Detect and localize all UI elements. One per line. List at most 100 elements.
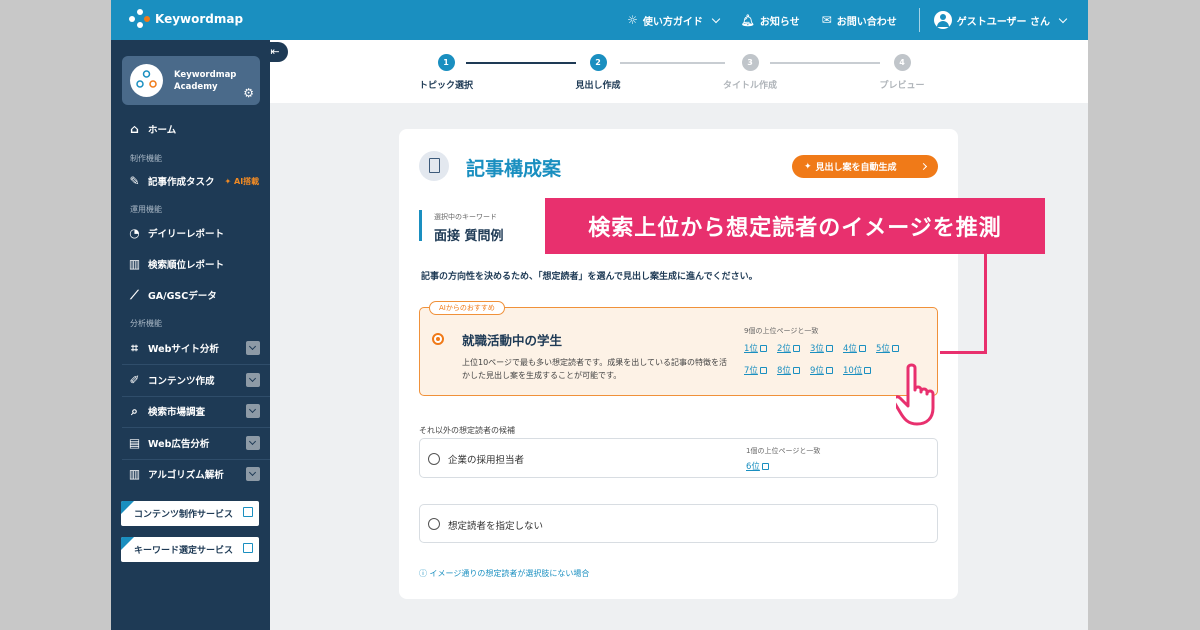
- rank-link[interactable]: 5位: [876, 342, 909, 354]
- sidebar-item-ga-gsc[interactable]: ⟋ GA/GSCデータ: [128, 288, 260, 302]
- external-link-icon: [792, 344, 800, 352]
- content-service-button[interactable]: コンテンツ制作サービス: [121, 501, 259, 526]
- sidebar-item-content-creation[interactable]: ✐ コンテンツ作成: [128, 373, 260, 387]
- sidebar-collapse-button[interactable]: ⇤: [262, 42, 288, 62]
- external-link-icon: [243, 543, 253, 553]
- sidebar-item-home[interactable]: ⌂ ホーム: [128, 122, 260, 136]
- step-number: 3: [741, 54, 759, 71]
- sidebar-item-label: 検索順位レポート: [148, 260, 225, 271]
- rank-link[interactable]: 7位: [744, 364, 777, 376]
- rank-link[interactable]: 3位: [810, 342, 843, 354]
- annotation-line: [940, 351, 987, 354]
- chevron-right-icon: [919, 162, 928, 171]
- guide-menu[interactable]: ☼ 使い方ガイド: [627, 13, 721, 28]
- rank-link[interactable]: 4位: [843, 342, 876, 354]
- section-label-operation: 運用機能: [130, 205, 162, 214]
- annotation-line: [984, 254, 987, 354]
- rank-link[interactable]: 8位: [777, 364, 810, 376]
- expand-icon[interactable]: [246, 467, 260, 481]
- expand-icon[interactable]: [246, 341, 260, 355]
- external-link-icon: [243, 507, 253, 517]
- expand-icon[interactable]: [246, 404, 260, 418]
- step-heading[interactable]: 2 見出し作成: [548, 54, 648, 91]
- reader-description: 上位10ページで最も多い想定読者です。成果を出している記事の特徴を活かした見出し…: [462, 358, 727, 380]
- rank-link[interactable]: 2位: [777, 342, 810, 354]
- sidebar-item-label: Webサイト分析: [148, 344, 219, 355]
- rank-label: 5位: [876, 344, 890, 354]
- line-chart-icon: ⟋: [130, 287, 139, 302]
- logo-text: Keywordmap: [155, 12, 244, 26]
- mail-icon: ✉: [821, 13, 832, 27]
- user-menu[interactable]: ゲストユーザー さん: [933, 11, 1068, 29]
- sidebar-item-algorithm[interactable]: ▥ アルゴリズム解析: [128, 467, 260, 481]
- auto-generate-button[interactable]: ✦ 見出し案を自動生成: [792, 155, 938, 178]
- rank-link[interactable]: 10位: [843, 364, 876, 376]
- reader-option-recruiter[interactable]: 企業の採用担当者 1個の上位ページと一致 6位: [419, 438, 938, 478]
- ai-badge: ✦ AI搭載: [224, 176, 260, 186]
- help-link-label: イメージ通りの想定読者が選択肢にない場合: [429, 569, 590, 578]
- keyword-accent-bar: [419, 210, 422, 241]
- step-title[interactable]: 3 タイトル作成: [700, 54, 800, 91]
- rank-link-list: 1位 2位 3位 4位 5位 7位 8位 9位 10位: [744, 342, 909, 376]
- other-readers-label: それ以外の想定読者の候補: [419, 426, 515, 435]
- sidebar-item-label: 検索市場調査: [148, 407, 206, 418]
- notice-link[interactable]: 🔔︎ お知らせ: [741, 13, 800, 28]
- bar-chart-icon: ▥: [128, 256, 141, 271]
- sidebar-item-label: デイリーレポート: [148, 229, 225, 240]
- document-icon: ▤: [128, 435, 141, 450]
- rank-link[interactable]: 9位: [810, 364, 843, 376]
- academy-name-line1: Keywordmap: [174, 70, 237, 80]
- radio-selected[interactable]: [432, 333, 444, 345]
- academy-card[interactable]: Keywordmap Academy ⚙: [122, 56, 260, 105]
- contact-link[interactable]: ✉ お問い合わせ: [822, 13, 897, 28]
- step-label: トピック選択: [418, 81, 473, 91]
- section-label-production: 制作機能: [130, 154, 162, 163]
- notice-label: お知らせ: [759, 16, 800, 28]
- step-number: 2: [589, 54, 607, 71]
- external-link-icon: [761, 462, 769, 470]
- step-number: 4: [893, 54, 911, 71]
- expand-icon[interactable]: [246, 436, 260, 450]
- expand-icon[interactable]: [246, 373, 260, 387]
- logo-icon: [129, 9, 151, 29]
- sidebar-item-market-research[interactable]: ⌕ 検索市場調査: [128, 404, 260, 418]
- annotation-banner: 検索上位から想定読者のイメージを推測: [545, 198, 1045, 254]
- sidebar-item-article-task[interactable]: ✎ 記事作成タスク ✦ AI搭載: [128, 174, 260, 188]
- sidebar-item-ad-analysis[interactable]: ▤ Web広告分析: [128, 436, 260, 450]
- guide-label: 使い方ガイド: [642, 16, 703, 28]
- external-link-icon: [759, 366, 767, 374]
- reader-title: 想定読者を指定しない: [448, 521, 544, 532]
- help-link[interactable]: ⓘ イメージ通りの想定読者が選択肢にない場合: [419, 568, 589, 579]
- keyword-service-button[interactable]: キーワード選定サービス: [121, 537, 259, 562]
- academy-name: Keywordmap Academy: [174, 69, 236, 93]
- radio-unselected[interactable]: [428, 518, 440, 530]
- external-link-icon: [864, 366, 872, 374]
- sidebar-item-daily-report[interactable]: ◔ デイリーレポート: [128, 226, 260, 240]
- ai-recommend-badge: AIからのおすすめ: [429, 301, 505, 315]
- recommended-reader-option[interactable]: 就職活動中の学生 上位10ページで最も多い想定読者です。成果を出している記事の特…: [419, 307, 938, 396]
- external-link-icon: [858, 344, 866, 352]
- document-icon: [419, 151, 449, 181]
- user-name: ゲストユーザー さん: [956, 16, 1050, 28]
- sidebar-item-label: Web広告分析: [148, 439, 210, 450]
- app-window: Keywordmap ☼ 使い方ガイド 🔔︎ お知らせ ✉ お問い合わせ ゲスト…: [111, 0, 1088, 630]
- sidebar-item-rank-report[interactable]: ▥ 検索順位レポート: [128, 257, 260, 271]
- edit-icon: ✎: [129, 173, 140, 188]
- pointing-hand-icon: [892, 362, 952, 430]
- sidebar-item-label: アルゴリズム解析: [148, 470, 224, 481]
- rank-link[interactable]: 1位: [744, 342, 777, 354]
- keywordmap-logo[interactable]: Keywordmap: [129, 9, 243, 29]
- rank-label: 7位: [744, 366, 758, 376]
- reader-option-none[interactable]: 想定読者を指定しない: [419, 504, 938, 543]
- page-title: 記事構成案: [466, 158, 562, 180]
- lightbulb-icon: ☼: [627, 13, 638, 27]
- step-topic[interactable]: 1 トピック選択: [396, 54, 496, 91]
- sidebar-item-web-analysis[interactable]: ⌗ Webサイト分析: [128, 341, 260, 355]
- radio-unselected[interactable]: [428, 453, 440, 465]
- clock-icon: ◔: [129, 225, 140, 240]
- academy-name-line2: Academy: [174, 82, 218, 92]
- step-progress: 1 トピック選択 2 見出し作成 3 タイトル作成 4 プレビュー: [270, 40, 1088, 103]
- gear-icon[interactable]: ⚙: [243, 86, 254, 100]
- step-preview[interactable]: 4 プレビュー: [852, 54, 952, 91]
- rank-link[interactable]: 6位: [746, 460, 779, 472]
